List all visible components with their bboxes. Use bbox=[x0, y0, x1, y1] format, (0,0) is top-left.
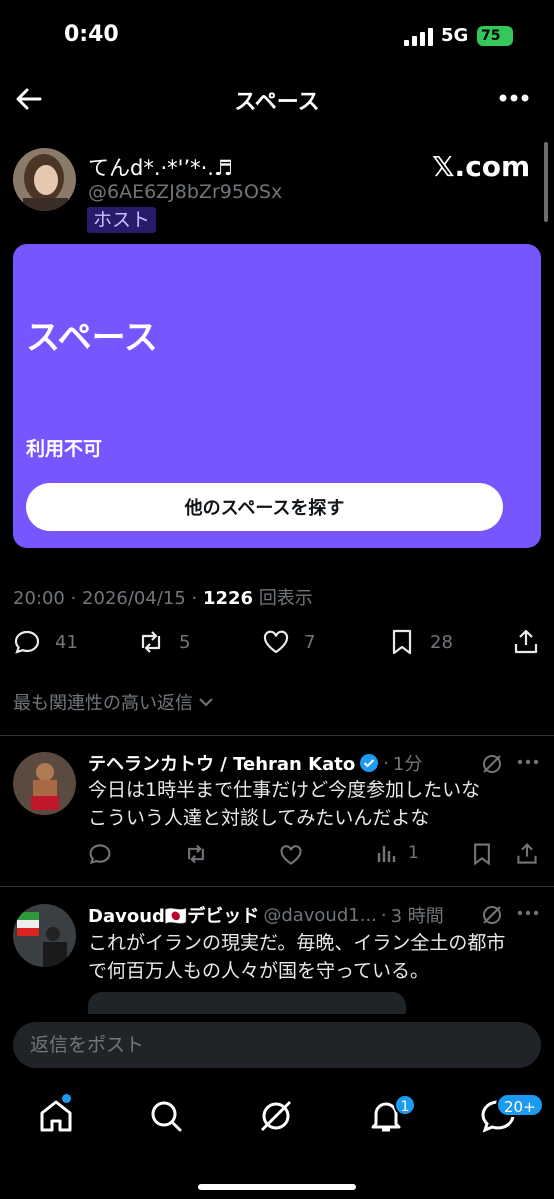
reply-author-name[interactable]: テヘランカトウ / Tehran Kato bbox=[88, 750, 355, 776]
home-indicator bbox=[198, 1184, 356, 1190]
share-icon[interactable] bbox=[515, 842, 539, 866]
home-unread-dot bbox=[62, 1094, 71, 1103]
explore-spaces-button[interactable]: 他のスペースを探す bbox=[26, 483, 503, 531]
views-icon bbox=[377, 846, 396, 862]
battery-indicator: 75 bbox=[477, 26, 513, 46]
reply-text-line: で何百万人もの人々が国を守っている。 bbox=[88, 960, 430, 982]
reply-author-name[interactable]: Davoud🇯🇵デビッド bbox=[88, 902, 259, 928]
cellular-signal-icon bbox=[404, 28, 433, 46]
more-options-icon[interactable] bbox=[498, 92, 530, 104]
heart-icon bbox=[263, 630, 289, 654]
host-badge: ホスト bbox=[87, 207, 157, 233]
reply-action[interactable]: 41 bbox=[13, 628, 78, 656]
reply-more-icon[interactable] bbox=[517, 909, 539, 917]
reply-more-icon[interactable] bbox=[517, 758, 539, 766]
grok-icon[interactable] bbox=[480, 903, 504, 927]
view-label: 回表示 bbox=[258, 588, 313, 609]
space-card-status: 利用不可 bbox=[26, 438, 103, 460]
reply-header: Davoud🇯🇵デビッド @davoud1... · 3 時間 bbox=[88, 902, 444, 928]
reply-media-preview[interactable] bbox=[88, 992, 406, 1014]
like-count: 7 bbox=[304, 631, 316, 653]
battery-level: 75 bbox=[481, 28, 501, 44]
reply-count: 41 bbox=[55, 631, 78, 653]
views-count: 1 bbox=[408, 843, 419, 863]
divider bbox=[0, 886, 554, 887]
reply-time: 1分 bbox=[392, 754, 423, 775]
repost-count: 5 bbox=[179, 631, 191, 653]
divider bbox=[0, 735, 554, 736]
bookmark-icon[interactable] bbox=[470, 842, 494, 866]
reply-icon bbox=[14, 630, 40, 654]
heart-icon[interactable] bbox=[279, 843, 303, 867]
avatar-image bbox=[13, 752, 76, 815]
reply-input[interactable] bbox=[13, 1022, 541, 1068]
search-icon[interactable] bbox=[146, 1096, 186, 1136]
host-handle[interactable]: @6AE6ZJ8bZr95OSx bbox=[88, 181, 282, 203]
reply-author-handle[interactable]: @davoud1... bbox=[263, 905, 377, 926]
reply-text-line: これがイランの現実だ。毎晩、イラン全土の都市 bbox=[88, 932, 506, 954]
reply-sort-label: 最も関連性の高い返信 bbox=[13, 693, 193, 714]
host-avatar[interactable] bbox=[13, 148, 76, 211]
reply-header: テヘランカトウ / Tehran Kato · 1分 bbox=[88, 750, 422, 776]
reply-text-line: 今日は1時半まで仕事だけど今度参加したいな bbox=[88, 779, 481, 801]
view-count: 1226 bbox=[202, 588, 254, 609]
like-action[interactable]: 7 bbox=[262, 628, 315, 656]
portrait-image bbox=[13, 148, 76, 211]
post-meta: 20:00 · 2026/04/15 · 1226 回表示 bbox=[13, 588, 313, 609]
views-action[interactable]: 1 bbox=[376, 842, 419, 864]
verified-badge-icon bbox=[360, 754, 379, 772]
share-action[interactable] bbox=[512, 628, 540, 656]
reply-time: 3 時間 bbox=[390, 906, 444, 927]
grok-icon[interactable] bbox=[480, 752, 504, 776]
grok-icon[interactable] bbox=[256, 1096, 296, 1136]
page-title: スペース bbox=[234, 90, 320, 115]
messages-badge: 20+ bbox=[496, 1093, 544, 1117]
reply-icon[interactable] bbox=[88, 842, 112, 866]
bookmark-action[interactable]: 28 bbox=[388, 628, 453, 656]
repost-icon bbox=[141, 631, 161, 653]
repost-icon[interactable] bbox=[184, 842, 208, 866]
bookmark-icon bbox=[392, 629, 412, 655]
bookmark-count: 28 bbox=[430, 631, 453, 653]
reply-sort-dropdown[interactable]: 最も関連性の高い返信 bbox=[13, 689, 213, 715]
reply-avatar[interactable] bbox=[13, 752, 76, 815]
reply-avatar[interactable] bbox=[13, 904, 76, 967]
x-logo: 𝕏.com bbox=[432, 150, 531, 183]
home-icon[interactable] bbox=[36, 1096, 76, 1136]
avatar-image bbox=[13, 904, 76, 967]
post-time: 20:00 bbox=[13, 588, 65, 609]
space-card-title: スペース bbox=[26, 318, 158, 358]
reply-text-line: こういう人達と対談してみたいんだよな bbox=[88, 807, 430, 829]
chevron-down-icon bbox=[199, 698, 213, 707]
repost-action[interactable]: 5 bbox=[137, 628, 190, 656]
share-icon bbox=[514, 629, 538, 654]
status-time: 0:40 bbox=[64, 22, 119, 47]
host-name[interactable]: てんd*.·*'’*·.♬ bbox=[88, 152, 233, 182]
network-type: 5G bbox=[441, 25, 469, 46]
reply-text: これがイランの現実だ。毎晩、イラン全土の都市 で何百万人もの人々が国を守っている… bbox=[88, 929, 508, 985]
reply-text: 今日は1時半まで仕事だけど今度参加したいな こういう人達と対談してみたいんだよな bbox=[88, 776, 508, 832]
post-date: 2026/04/15 bbox=[82, 588, 186, 609]
scrollbar[interactable] bbox=[544, 142, 548, 222]
notifications-badge: 1 bbox=[394, 1094, 416, 1116]
